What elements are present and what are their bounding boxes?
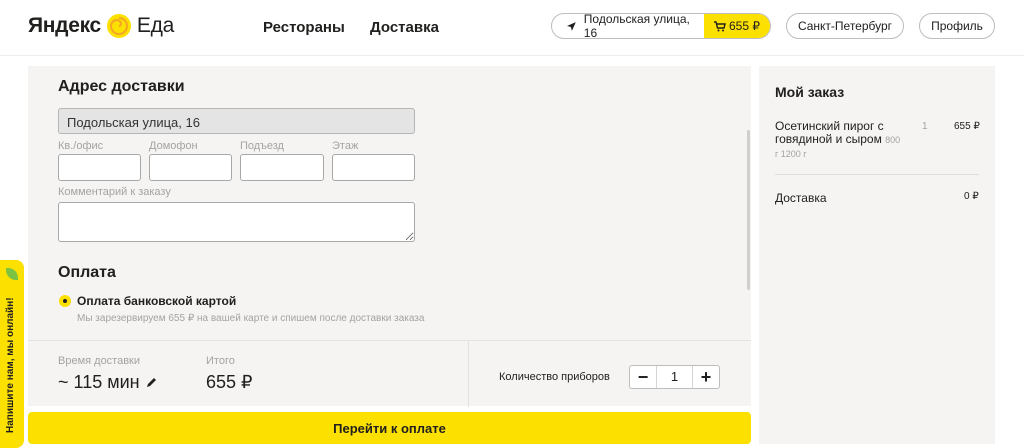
card-payment-label[interactable]: Оплата банковской картой (77, 294, 236, 308)
location-arrow-icon (566, 21, 576, 31)
payment-note: Мы зарезервируем 655 ₽ на вашей карте и … (77, 313, 425, 324)
floor-label: Этаж (332, 140, 359, 152)
card-payment-radio[interactable] (59, 295, 71, 307)
delivery-time-label: Время доставки (58, 355, 141, 367)
city-button[interactable]: Санкт-Петербург (786, 13, 904, 39)
chat-tab-label: Напишите нам, мы онлайн! (5, 297, 16, 433)
nav-delivery[interactable]: Доставка (370, 19, 439, 36)
total-label: Итого (206, 355, 235, 367)
checkout-form: Адрес доставки Подольская улица, 16 Кв./… (28, 66, 751, 340)
cutlery-plus-button[interactable]: + (693, 366, 719, 388)
cutlery-stepper: − 1 + (629, 365, 720, 389)
logo-yandex: Яндекс (28, 14, 101, 37)
go-to-payment-button[interactable]: Перейти к оплате (28, 412, 751, 444)
leaf-icon (6, 268, 18, 280)
address-cart-pill: Подольская улица, 16 655 ₽ (551, 13, 771, 39)
intercom-label: Домофон (149, 140, 198, 152)
my-order-title: Мой заказ (775, 84, 845, 100)
delivery-time-value: ~ 115 мин (58, 372, 140, 392)
comment-field[interactable] (58, 202, 415, 242)
cutlery-qty[interactable]: 1 (656, 366, 693, 388)
delivery-address-title: Адрес доставки (58, 78, 185, 95)
logo[interactable]: Яндекс Еда (28, 13, 174, 39)
apartment-field[interactable] (58, 154, 141, 181)
floor-field[interactable] (332, 154, 415, 181)
order-item-name: Осетинский пирог с говядиной и сыром 800… (775, 120, 905, 161)
address-button[interactable]: Подольская улица, 16 (552, 14, 704, 38)
order-item-price: 655 ₽ (954, 121, 980, 132)
logo-eda: Еда (136, 14, 174, 37)
order-item-qty: 1 (922, 121, 928, 132)
header: Яндекс Еда Рестораны Доставка Подольская… (0, 0, 1024, 56)
address-text: Подольская улица, 16 (583, 13, 690, 39)
eda-swirl-icon (106, 14, 131, 38)
order-delivery-label: Доставка (775, 191, 827, 205)
summary-divider (468, 341, 469, 407)
apartment-label: Кв./офис (58, 140, 104, 152)
order-item-title: Осетинский пирог с говядиной и сыром (775, 119, 884, 146)
delivery-time[interactable]: ~ 115 мин (58, 372, 157, 393)
address-field[interactable]: Подольская улица, 16 (58, 108, 415, 134)
cart-icon (714, 20, 726, 31)
order-divider (775, 174, 979, 175)
my-order-panel: Мой заказ Осетинский пирог с говядиной и… (759, 66, 995, 444)
chat-tab[interactable]: Напишите нам, мы онлайн! (0, 260, 24, 448)
profile-button[interactable]: Профиль (919, 13, 995, 39)
cart-total: 655 ₽ (729, 19, 760, 33)
summary-bar: Время доставки ~ 115 мин Итого 655 ₽ Кол… (28, 340, 751, 407)
cutlery-minus-button[interactable]: − (630, 366, 656, 388)
payment-title: Оплата (58, 264, 116, 281)
form-scrollbar[interactable] (747, 130, 750, 290)
intercom-field[interactable] (149, 154, 232, 181)
order-delivery-price: 0 ₽ (964, 191, 979, 202)
entrance-field[interactable] (240, 154, 324, 181)
nav-restaurants[interactable]: Рестораны (263, 19, 345, 36)
cutlery-label: Количество приборов (499, 371, 610, 383)
total-value: 655 ₽ (206, 372, 253, 392)
comment-label: Комментарий к заказу (58, 186, 171, 198)
pencil-icon[interactable] (146, 377, 157, 388)
entrance-label: Подъезд (240, 140, 284, 152)
cart-button[interactable]: 655 ₽ (704, 14, 770, 38)
